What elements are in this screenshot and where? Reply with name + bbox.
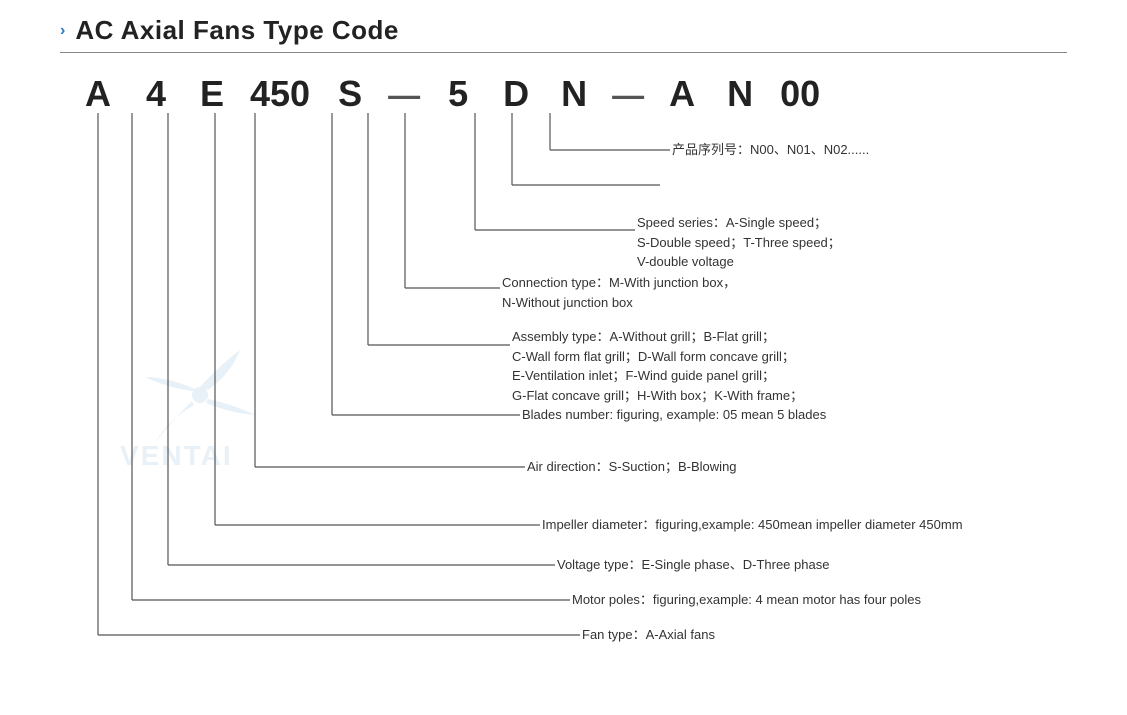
- label-impeller: Impeller diameter：figuring,example: 450m…: [542, 515, 963, 535]
- page-title: AC Axial Fans Type Code: [75, 15, 399, 46]
- title-chevron-icon: ›: [60, 22, 65, 40]
- label-air-direction: Air direction：S-Suction；B-Blowing: [527, 457, 737, 477]
- label-product-series: 产品序列号：N00、N01、N02......: [672, 140, 869, 160]
- label-assembly-type: Assembly type：A-Without grill；B-Flat gri…: [512, 327, 803, 405]
- title-divider: [60, 52, 1067, 53]
- label-speed-series: Speed series：A-Single speed； S-Double sp…: [637, 213, 841, 272]
- label-connection-type: Connection type：M-With junction box， N-W…: [502, 273, 736, 312]
- label-voltage: Voltage type：E-Single phase、D-Three phas…: [557, 555, 829, 575]
- label-blades: Blades number: figuring, example: 05 mea…: [522, 405, 826, 425]
- diagram-area: VENTAI .line { stroke: #555; stroke-widt…: [60, 105, 1067, 695]
- label-fan-type: Fan type：A-Axial fans: [582, 625, 715, 645]
- title-row: › AC Axial Fans Type Code: [60, 15, 1067, 46]
- label-motor-poles: Motor poles：figuring,example: 4 mean mot…: [572, 590, 921, 610]
